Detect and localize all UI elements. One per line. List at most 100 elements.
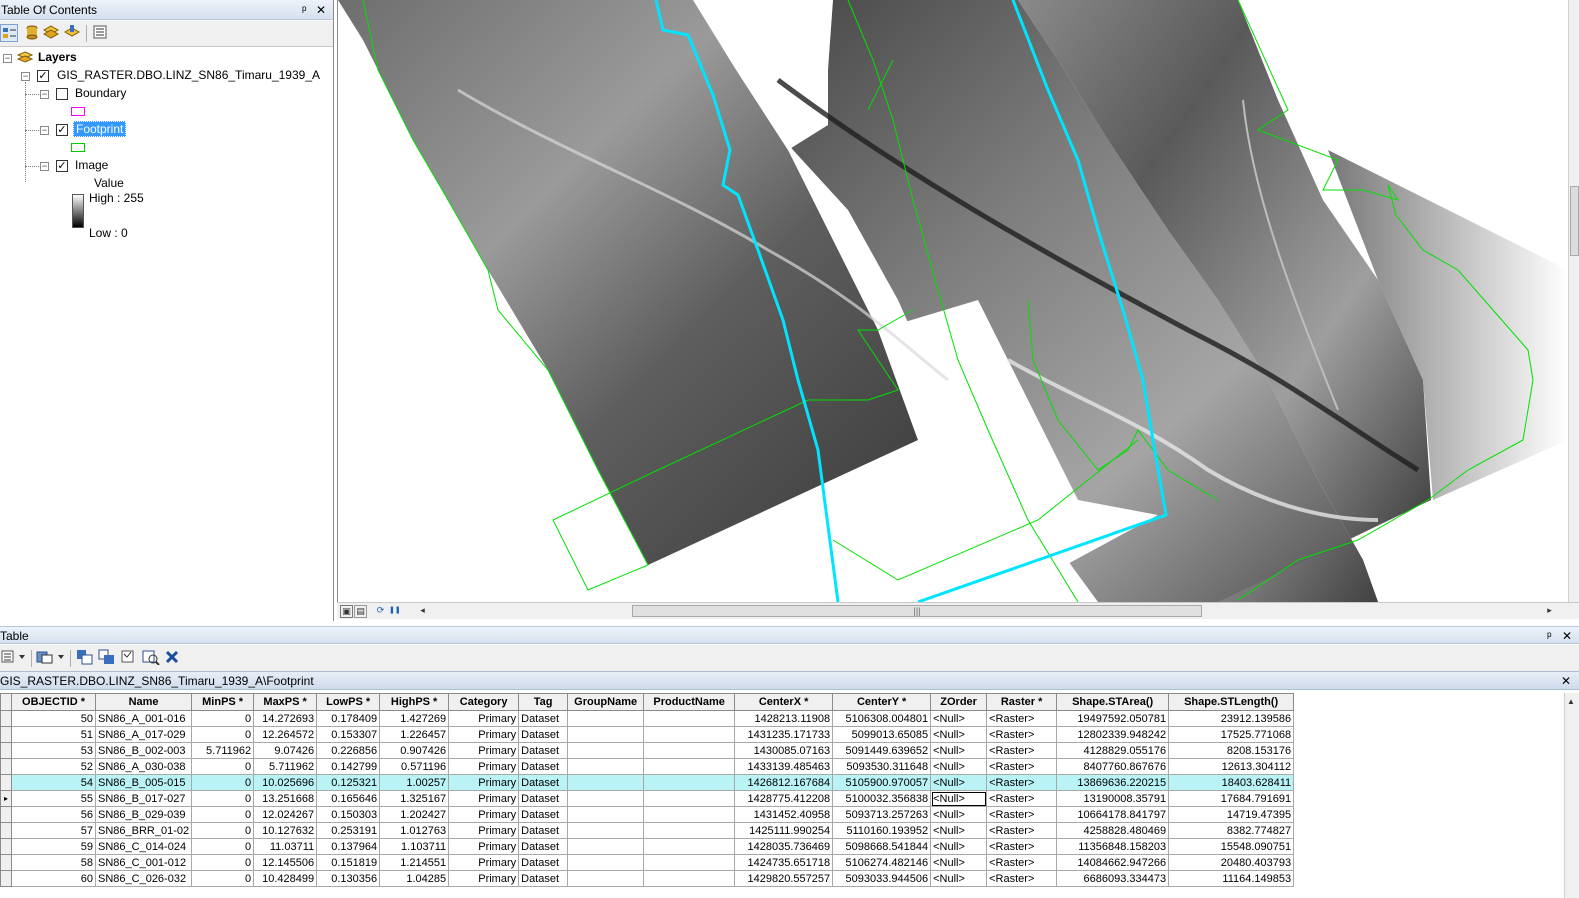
table-pin-icon[interactable]: ᵖ [1547,626,1552,646]
table-cell[interactable]: 1431235.171733 [734,726,834,743]
table-cell[interactable] [567,870,645,887]
table-cell[interactable]: 4258828.480469 [1056,822,1170,839]
table-cell[interactable]: 0 [191,822,255,839]
image-label[interactable]: Image [75,158,108,172]
table-cell[interactable]: Primary [448,726,520,743]
table-cell[interactable]: 4128829.055176 [1056,742,1170,759]
table-cell[interactable]: 11356848.158203 [1056,838,1170,855]
table-cell[interactable]: 12.145506 [253,854,318,871]
table-row[interactable]: 53 SN86_B_002-003 5.711962 9.07426 0.226856 0… [0,742,1295,759]
table-cell[interactable]: <Raster> [986,822,1058,839]
table-cell[interactable]: 13190008.35791 [1056,790,1170,807]
table-cell[interactable]: 11164.149853 [1168,870,1295,887]
table-cell[interactable]: 58 [11,854,96,871]
table-cell[interactable] [567,726,645,743]
table-cell[interactable]: <Raster> [986,758,1058,775]
table-cell[interactable]: 56 [11,806,96,823]
table-cell[interactable]: 1431452.40958 [734,806,834,823]
table-cell[interactable] [643,758,736,775]
table-cell[interactable]: Primary [448,822,520,839]
table-cell[interactable]: 9.07426 [253,742,318,759]
table-cell[interactable]: 5093713.257263 [832,806,932,823]
table-row[interactable]: 54 SN86_B_005-015 0 10.025696 0.125321 1.0025… [0,774,1295,791]
table-cell[interactable]: 1.202427 [379,806,450,823]
table-cell[interactable]: Primary [448,838,520,855]
table-cell[interactable]: 0 [191,758,255,775]
table-cell[interactable]: 55 [11,790,96,807]
column-header[interactable]: LowPS * [316,693,381,711]
table-cell[interactable]: Primary [448,758,520,775]
table-cell[interactable]: 54 [11,774,96,791]
table-cell[interactable] [567,710,645,727]
layers-collapse-toggle[interactable]: − [3,54,12,63]
table-cell[interactable]: 0.226856 [316,742,381,759]
table-cell[interactable]: <Raster> [986,870,1058,887]
table-cell[interactable] [567,854,645,871]
table-cell[interactable]: 12.024267 [253,806,318,823]
column-header[interactable]: MinPS * [191,693,255,711]
related-tables-icon[interactable] [36,649,66,667]
table-cell[interactable] [643,710,736,727]
table-cell[interactable] [567,774,645,791]
table-cell[interactable]: 0 [191,806,255,823]
list-by-visibility-icon[interactable] [42,24,61,42]
row-selector[interactable] [0,726,12,743]
column-header[interactable]: HighPS * [379,693,450,711]
table-cell[interactable]: 1429820.557257 [734,870,834,887]
row-selector[interactable]: ▸ [0,790,12,807]
table-cell[interactable]: 60 [11,870,96,887]
table-cell[interactable]: SN86_B_005-015 [94,774,193,791]
boundary-symbol-swatch[interactable] [71,107,85,116]
footprint-visibility-checkbox[interactable]: ✓ [56,124,68,136]
table-cell[interactable]: 0 [191,854,255,871]
table-close-icon[interactable]: ✕ [1562,626,1572,646]
row-selector[interactable] [0,854,12,871]
table-cell[interactable]: 0.151819 [316,854,381,871]
switch-selection-icon[interactable] [98,649,116,667]
table-cell[interactable]: <Null> [930,774,988,791]
table-cell[interactable]: 0.130356 [316,870,381,887]
footprint-collapse-toggle[interactable]: − [40,126,49,135]
column-header[interactable]: OBJECTID * [11,693,96,711]
table-cell[interactable]: 0.137964 [316,838,381,855]
table-cell[interactable]: 53 [11,742,96,759]
table-row[interactable]: ▸ 55 SN86_B_017-027 0 13.251668 0.165646 1.325… [0,790,1295,807]
map-horizontal-scroll-thumb[interactable]: ||| [632,605,1202,617]
table-tab-close-icon[interactable]: ✕ [1561,672,1571,690]
table-cell[interactable]: 1.214551 [379,854,450,871]
table-cell[interactable]: SN86_C_026-032 [94,870,193,887]
table-cell[interactable]: 1.04285 [379,870,450,887]
scroll-left-arrow-icon[interactable]: ◂ [417,605,428,616]
footprint-symbol-swatch[interactable] [71,143,85,152]
table-cell[interactable] [643,790,736,807]
table-cell[interactable]: 1.226457 [379,726,450,743]
toc-close-icon[interactable]: ✕ [316,0,326,20]
table-cell[interactable]: 1.103711 [379,838,450,855]
table-row[interactable]: 60 SN86_C_026-032 0 10.428499 0.130356 1.0428… [0,870,1295,887]
table-cell[interactable]: 0.253191 [316,822,381,839]
data-view-icon[interactable]: ▣ [340,605,353,618]
table-cell[interactable]: 10.428499 [253,870,318,887]
table-cell[interactable]: 0.907426 [379,742,450,759]
table-cell[interactable]: <Null> [930,854,988,871]
table-cell[interactable]: 5.711962 [253,758,318,775]
table-cell[interactable]: 0.125321 [316,774,381,791]
column-header[interactable]: Raster * [986,693,1058,711]
table-cell[interactable]: <Raster> [986,790,1058,807]
table-cell[interactable]: 0 [191,790,255,807]
map-vertical-scrollbar[interactable] [1568,0,1579,602]
table-cell[interactable]: 5099013.65085 [832,726,932,743]
table-scroll-up-arrow-icon[interactable]: ▲ [1567,697,1575,706]
table-cell[interactable]: <Null> [930,726,988,743]
table-cell[interactable]: 1.325167 [379,790,450,807]
column-header[interactable]: CenterX * [734,693,834,711]
table-cell[interactable]: 18403.628411 [1168,774,1295,791]
table-cell[interactable]: 1.00257 [379,774,450,791]
row-selector[interactable] [0,710,12,727]
table-cell[interactable]: 0.178409 [316,710,381,727]
table-cell[interactable]: <Null> [930,806,988,823]
table-cell[interactable] [643,742,736,759]
table-cell[interactable]: Dataset [518,806,569,823]
table-tab-label[interactable]: GIS_RASTER.DBO.LINZ_SN86_Timaru_1939_A\F… [0,672,314,690]
table-cell[interactable]: 8407760.867676 [1056,758,1170,775]
